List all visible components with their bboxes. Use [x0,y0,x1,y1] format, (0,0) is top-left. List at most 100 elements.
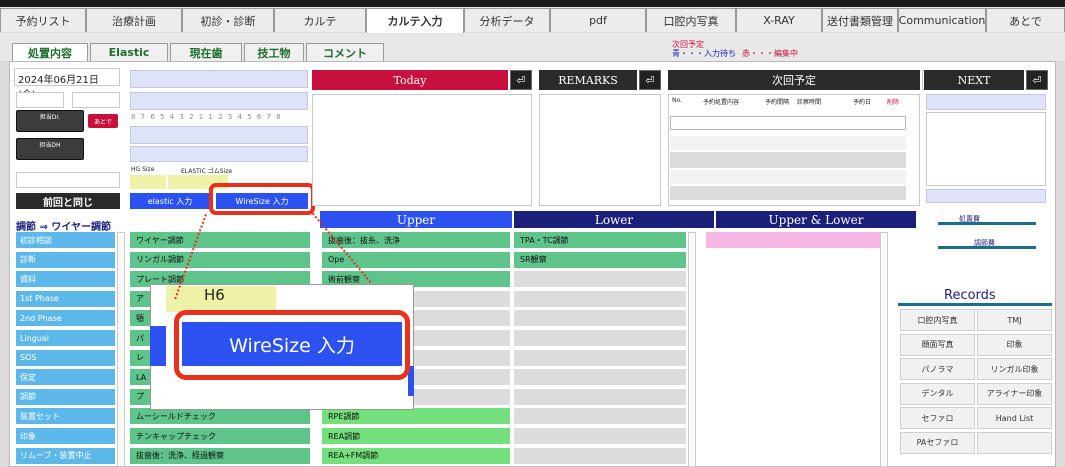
category-item[interactable]: 装置セット [16,408,115,426]
tab-elastic[interactable]: Elastic [90,43,168,61]
category-item[interactable]: 資料 [16,271,115,289]
hygienist-select[interactable]: 担当DH [16,138,84,160]
category-item[interactable]: 保定 [16,369,115,387]
upper-header[interactable]: Upper [320,211,512,228]
next-field-2[interactable] [926,189,1046,203]
doctor-select[interactable]: 担当Dr. [16,110,84,132]
record-button[interactable]: パノラマ [900,358,975,380]
tab-chart-input[interactable]: カルテ入力 [366,8,464,33]
note-field[interactable] [16,172,120,188]
tab-comment[interactable]: コメント [306,43,384,61]
tab-analysis[interactable]: 分析データ [464,8,550,32]
category-item[interactable]: 2nd Phase [16,310,115,328]
plan-row[interactable] [670,116,906,130]
upper-lower-header[interactable]: Upper & Lower [716,211,916,228]
plan-row-2[interactable] [670,136,906,150]
procedure-item[interactable]: ムーシールドチェック [130,408,310,426]
procedure-item[interactable] [514,369,686,387]
later-button[interactable]: あとで [88,114,118,128]
record-button[interactable]: リンガル印象 [977,358,1052,380]
same-as-last-button[interactable]: 前回と同じ [16,193,120,209]
procedure-item[interactable] [514,310,686,328]
id-field-2[interactable] [72,92,120,108]
category-item[interactable]: 調節 [16,388,115,406]
plan-col-date: 予約日 [853,99,872,106]
hg-size-field[interactable] [130,175,166,189]
upper-field[interactable] [130,70,308,88]
lower-header[interactable]: Lower [514,211,714,228]
date-field[interactable]: 2024年06月21日(金) [14,68,120,101]
record-button[interactable]: 顔面写真 [900,333,975,356]
column-3-scrollbar[interactable] [688,232,696,467]
procedure-item[interactable] [514,428,686,445]
category-item[interactable]: リムーブ・装置中止 [16,447,115,465]
tab-documents[interactable]: 送付書類管理 [822,8,898,32]
procedure-item[interactable] [514,290,686,308]
procedure-item[interactable]: SR観察 [514,251,686,269]
record-button[interactable]: 口腔内写真 [900,309,975,331]
remarks-textarea[interactable] [539,94,661,206]
procedure-item[interactable]: チンキャップチェック [130,428,310,445]
procedure-item[interactable] [514,447,686,465]
plan-row-3[interactable] [670,152,906,168]
adjust-fee-field[interactable] [938,246,1036,260]
column-4-scrollbar[interactable] [880,232,888,467]
record-button[interactable]: セファロ [900,407,975,429]
upper-lower-item[interactable] [706,232,880,248]
record-button[interactable]: デンタル [900,382,975,405]
procedure-item[interactable] [514,388,686,406]
record-button[interactable]: Hand List [977,407,1052,429]
tab-later[interactable]: あとで [986,8,1065,32]
record-button[interactable] [977,431,1052,454]
next-field[interactable] [926,94,1046,110]
tab-treatment-plan[interactable]: 治療計画 [86,8,182,32]
tab-procedure[interactable]: 処置内容 [12,43,88,61]
remarks-return-button[interactable]: ⏎ [639,70,661,90]
category-item[interactable]: SOS [16,349,115,367]
procedure-item[interactable]: REA調節 [322,428,510,445]
today-textarea[interactable] [312,94,532,206]
procedure-item[interactable] [514,330,686,347]
record-button[interactable]: アライナー印象 [977,382,1052,405]
tooth-grid-lower[interactable] [130,126,308,144]
plan-delete-label[interactable]: 削除 [887,97,899,106]
procedure-item[interactable]: リンガル調節 [130,251,310,269]
tab-diagnosis[interactable]: 初診・診断 [182,8,274,32]
today-return-button[interactable]: ⏎ [510,70,532,90]
procedure-item[interactable]: 抜歯後：洗浄、経過観察 [130,447,310,465]
procedure-item[interactable] [514,349,686,367]
procedure-item[interactable]: TPA・TC調節 [514,232,686,249]
procedure-item[interactable] [514,408,686,426]
tab-present-teeth[interactable]: 現在歯 [170,43,242,61]
category-item[interactable]: 印象 [16,428,115,445]
tab-xray[interactable]: X-RAY [736,8,822,32]
procedure-item[interactable]: ワイヤー調節 [130,232,310,249]
treatment-fee-field[interactable] [938,222,1036,236]
id-field-1[interactable] [16,92,64,108]
category-item[interactable]: 初診相談 [16,232,115,249]
next-return-button[interactable]: ⏎ [1026,70,1048,90]
record-button[interactable]: PAセファロ [900,431,975,454]
tab-lab-work[interactable]: 技工物 [244,43,304,61]
tooth-grid-lower-2[interactable] [130,146,308,162]
plan-row-4[interactable] [670,170,906,184]
category-scrollbar[interactable] [117,232,125,467]
tab-communication[interactable]: Communication [898,8,986,32]
record-button[interactable]: 印象 [977,333,1052,356]
record-button[interactable]: TMJ [977,309,1052,331]
procedure-item[interactable] [514,271,686,289]
tab-pdf[interactable]: pdf [550,8,646,32]
category-item[interactable]: 1st Phase [16,290,115,308]
tab-intraoral-photo[interactable]: 口腔内写真 [646,8,736,32]
elastic-input-button[interactable]: elastic 入力 [130,193,210,209]
procedure-item[interactable]: 抜歯後：抜糸、洗浄 [322,232,510,249]
procedure-item[interactable]: RPE調節 [322,408,510,426]
category-item[interactable]: Lingual [16,330,115,347]
next-textarea[interactable] [926,112,1046,186]
plan-row-5[interactable] [670,186,906,200]
tooth-grid-upper[interactable] [130,92,308,110]
category-item[interactable]: 診断 [16,251,115,269]
tab-reservations[interactable]: 予約リスト [0,8,86,32]
tab-chart[interactable]: カルテ [274,8,366,32]
procedure-item[interactable]: REA+FM調節 [322,447,510,465]
